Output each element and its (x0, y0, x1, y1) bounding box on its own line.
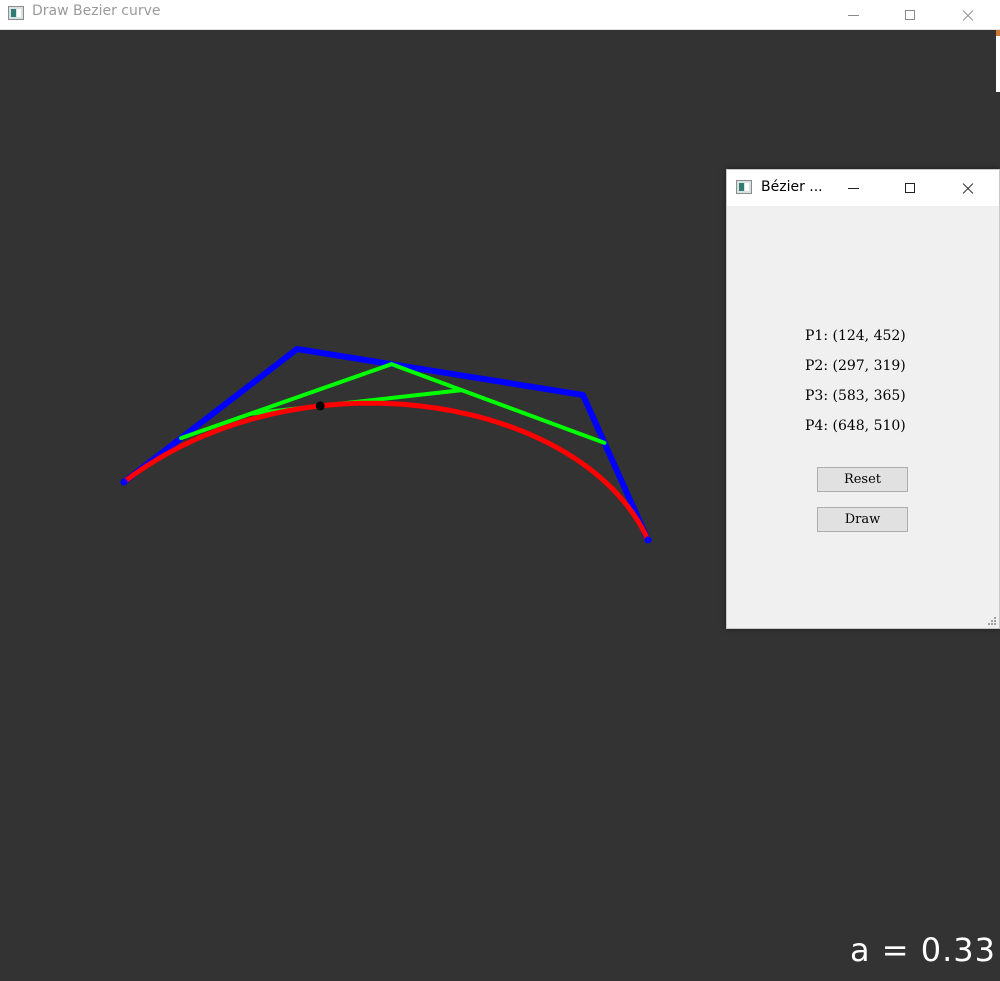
minimize-icon (847, 187, 859, 189)
close-icon (961, 181, 975, 195)
main-titlebar: Draw Bezier curve (0, 0, 1000, 30)
dialog-close-button[interactable] (945, 170, 991, 206)
alpha-value-label: a = 0.33 (849, 931, 996, 969)
close-button[interactable] (945, 0, 991, 30)
dialog-title: Bézier ... (761, 179, 823, 195)
maximize-icon (905, 10, 915, 20)
point-p4-label: P4: (648, 510) (805, 418, 906, 434)
resize-grip[interactable] (987, 616, 996, 625)
dialog-titlebar: Bézier ... (727, 170, 999, 206)
window-title: Draw Bezier curve (32, 3, 161, 19)
control-point-p4 (644, 536, 652, 544)
app-icon (8, 6, 24, 20)
maximize-button[interactable] (887, 0, 933, 30)
minimize-icon (847, 14, 859, 16)
dialog-app-icon (736, 180, 752, 194)
draw-button[interactable]: Draw (817, 507, 908, 532)
bezier-dialog: Bézier ... P1: (124, 452) P2: (297, 319)… (726, 169, 1000, 629)
point-p2-label: P2: (297, 319) (805, 358, 906, 374)
maximize-icon (905, 183, 915, 193)
close-icon (961, 8, 975, 22)
dialog-maximize-button[interactable] (887, 170, 933, 206)
point-p1-label: P1: (124, 452) (805, 328, 906, 344)
minimize-button[interactable] (830, 0, 876, 30)
reset-button[interactable]: Reset (817, 467, 908, 492)
dialog-minimize-button[interactable] (830, 170, 876, 206)
current-curve-point (315, 401, 325, 411)
control-polygon (121, 346, 651, 543)
control-point-p1 (120, 478, 128, 486)
point-p3-label: P3: (583, 365) (805, 388, 906, 404)
